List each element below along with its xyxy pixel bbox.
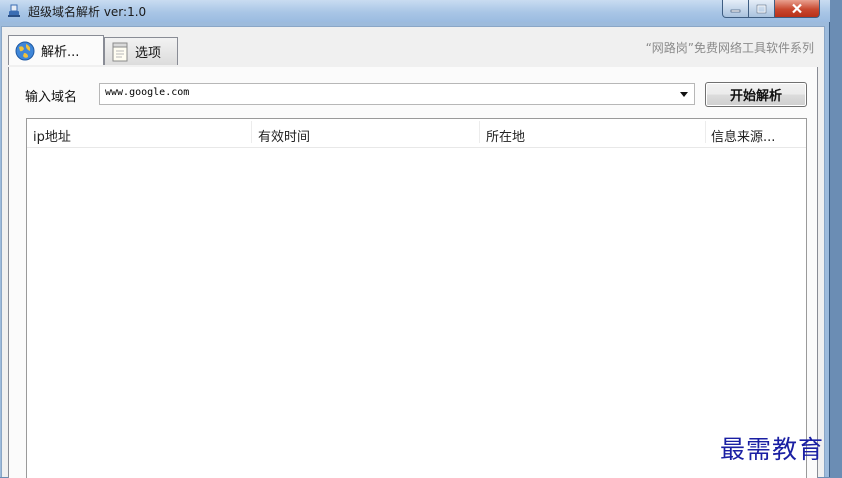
list-header: ip地址 有效时间 所在地 信息来源... <box>27 119 806 148</box>
column-header-ip[interactable]: ip地址 <box>33 126 71 145</box>
dropdown-arrow-icon[interactable] <box>680 92 688 97</box>
close-icon <box>792 3 802 14</box>
tab-resolve-label: 解析... <box>41 45 80 60</box>
maximize-icon <box>756 4 767 13</box>
column-header-source[interactable]: 信息来源... <box>711 126 775 145</box>
column-divider[interactable] <box>479 121 480 143</box>
app-icon <box>8 4 20 17</box>
domain-label: 输入域名 <box>25 90 78 105</box>
column-header-ttl[interactable]: 有效时间 <box>258 126 310 145</box>
app-window: 超级域名解析 ver:1.0 解析... 选项 “网路岗”免费网络工具软件系列 … <box>0 0 830 478</box>
watermark-text: 最需教育 <box>720 435 825 464</box>
resolve-panel: 输入域名 www.google.com 开始解析 ip地址 有效时间 所在地 信… <box>8 67 818 478</box>
client-area: 解析... 选项 “网路岗”免费网络工具软件系列 输入域名 www.google… <box>1 26 825 478</box>
tab-options-label: 选项 <box>135 46 162 61</box>
column-divider[interactable] <box>251 121 252 143</box>
maximize-button[interactable] <box>749 0 775 18</box>
globe-icon <box>15 41 35 60</box>
tab-options[interactable]: 选项 <box>104 37 178 65</box>
result-list[interactable]: ip地址 有效时间 所在地 信息来源... <box>26 118 807 478</box>
tab-resolve[interactable]: 解析... <box>8 35 104 65</box>
window-title: 超级域名解析 ver:1.0 <box>28 5 147 19</box>
notepad-icon <box>112 42 128 61</box>
domain-input[interactable]: www.google.com <box>105 87 189 98</box>
column-header-location[interactable]: 所在地 <box>486 126 525 145</box>
minimize-icon <box>730 9 741 12</box>
column-divider[interactable] <box>705 121 706 143</box>
caption-buttons <box>722 0 820 19</box>
close-button[interactable] <box>775 0 820 18</box>
start-resolve-button[interactable]: 开始解析 <box>705 82 807 107</box>
title-bar[interactable]: 超级域名解析 ver:1.0 <box>0 0 830 22</box>
minimize-button[interactable] <box>722 0 749 18</box>
domain-combobox[interactable]: www.google.com <box>99 83 695 105</box>
promo-text: “网路岗”免费网络工具软件系列 <box>645 41 814 55</box>
